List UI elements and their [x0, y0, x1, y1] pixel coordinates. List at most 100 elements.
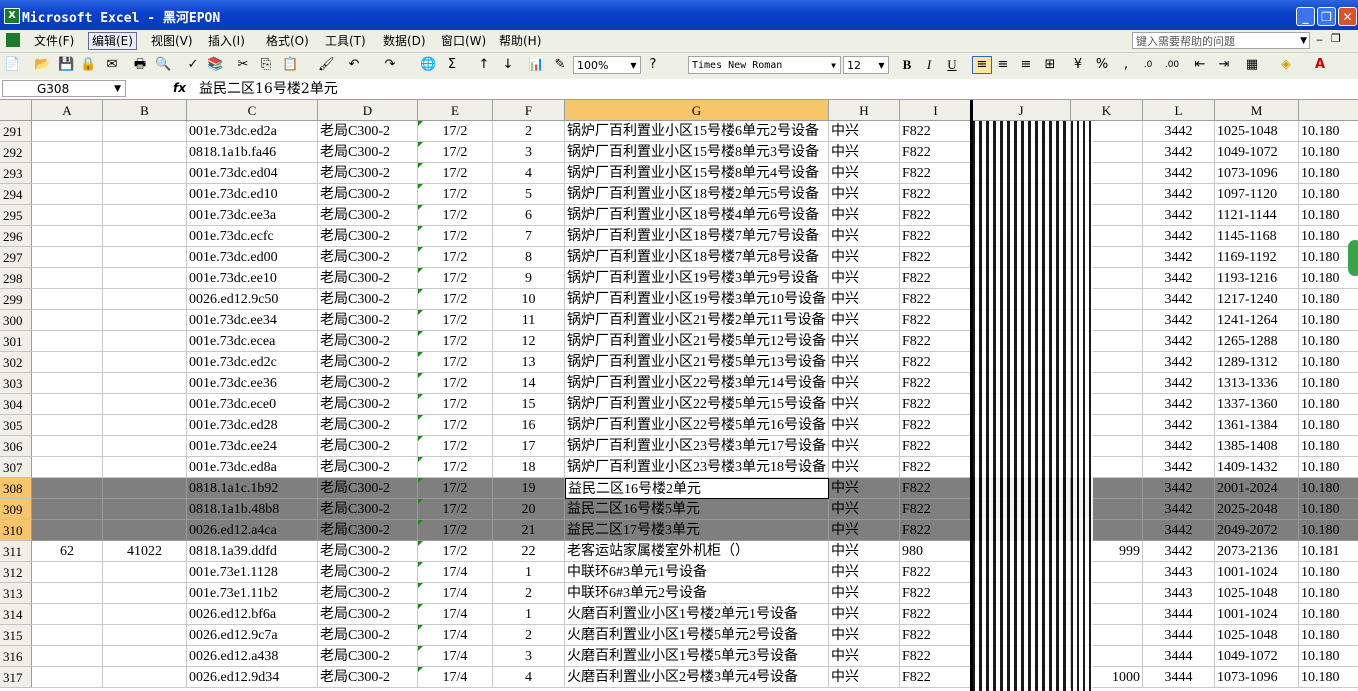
cell-m[interactable]: 1193-1216 — [1215, 268, 1299, 289]
cell-b[interactable] — [103, 226, 187, 247]
cell-c[interactable]: 001e.73dc.ed00 — [187, 247, 318, 268]
cell-h[interactable]: 中兴 — [829, 562, 900, 583]
cell-e[interactable]: 17/2 — [418, 163, 493, 184]
cell-f[interactable]: 18 — [493, 457, 565, 478]
format-painter-icon[interactable]: 🖌 — [318, 57, 335, 73]
cell-i[interactable]: F822 — [900, 436, 972, 457]
cell-i[interactable]: F822 — [900, 352, 972, 373]
cell-f[interactable]: 1 — [493, 562, 565, 583]
cell-h[interactable]: 中兴 — [829, 121, 900, 142]
cell-a[interactable] — [32, 457, 103, 478]
cell-d[interactable]: 老局C300-2 — [318, 226, 418, 247]
cell-f[interactable]: 3 — [493, 142, 565, 163]
cell-l[interactable]: 3442 — [1143, 163, 1215, 184]
cell-c[interactable]: 001e.73dc.ed10 — [187, 184, 318, 205]
cell-g[interactable]: 锅炉厂百利置业小区15号楼8单元4号设备 — [565, 163, 829, 184]
cell-g[interactable]: 锅炉厂百利置业小区21号楼5单元13号设备 — [565, 352, 829, 373]
cell-e[interactable]: 17/2 — [418, 226, 493, 247]
cell-i[interactable]: F822 — [900, 457, 972, 478]
cell-a[interactable] — [32, 352, 103, 373]
row-header[interactable]: 317 — [0, 667, 32, 688]
chevron-down-icon[interactable]: ▼ — [1300, 33, 1307, 50]
cell-n2[interactable]: 10.180 — [1299, 667, 1358, 688]
cell-b[interactable] — [103, 646, 187, 667]
column-header[interactable]: K — [1071, 100, 1143, 121]
cell-f[interactable]: 15 — [493, 394, 565, 415]
cell-g[interactable]: 锅炉厂百利置业小区18号楼7单元7号设备 — [565, 226, 829, 247]
cell-g[interactable]: 锅炉厂百利置业小区21号楼2单元11号设备 — [565, 310, 829, 331]
cell-l[interactable]: 3444 — [1143, 646, 1215, 667]
cell-m[interactable]: 1217-1240 — [1215, 289, 1299, 310]
cell-b[interactable] — [103, 583, 187, 604]
font-size-select[interactable]: 12 ▼ — [843, 56, 889, 74]
cell-m[interactable]: 2001-2024 — [1215, 478, 1299, 499]
cell-l[interactable]: 3442 — [1143, 478, 1215, 499]
cell-m[interactable]: 1049-1072 — [1215, 646, 1299, 667]
cell-h[interactable]: 中兴 — [829, 457, 900, 478]
cell-c[interactable]: 001e.73dc.ece0 — [187, 394, 318, 415]
cell-h[interactable]: 中兴 — [829, 163, 900, 184]
cell-l[interactable]: 3442 — [1143, 415, 1215, 436]
menu-item[interactable]: 帮助(H) — [496, 33, 544, 49]
cell-c[interactable]: 001e.73dc.ecea — [187, 331, 318, 352]
row-header[interactable]: 297 — [0, 247, 32, 268]
cell-i[interactable]: F822 — [900, 667, 972, 688]
cell-c[interactable]: 0818.1a1b.48b8 — [187, 499, 318, 520]
cell-e[interactable]: 17/2 — [418, 541, 493, 562]
cell-m[interactable]: 2073-2136 — [1215, 541, 1299, 562]
decrease-decimal-icon[interactable]: .00 — [1164, 57, 1180, 73]
cell-g[interactable]: 中联环6#3单元1号设备 — [565, 562, 829, 583]
cell-h[interactable]: 中兴 — [829, 436, 900, 457]
cell-c[interactable]: 001e.73e1.11b2 — [187, 583, 318, 604]
cell-e[interactable]: 17/2 — [418, 247, 493, 268]
cell-m[interactable]: 2049-2072 — [1215, 520, 1299, 541]
cell-c[interactable]: 0026.ed12.a438 — [187, 646, 318, 667]
cell-l[interactable]: 3442 — [1143, 184, 1215, 205]
cell-i[interactable]: F822 — [900, 331, 972, 352]
cell-a[interactable] — [32, 478, 103, 499]
print-preview-icon[interactable]: 🔍 — [155, 57, 171, 73]
cell-a[interactable] — [32, 625, 103, 646]
cell-n2[interactable]: 10.180 — [1299, 289, 1358, 310]
cell-a[interactable] — [32, 142, 103, 163]
fill-color-icon[interactable]: ◈ — [1278, 57, 1294, 73]
cell-g[interactable]: 锅炉厂百利置业小区18号楼4单元6号设备 — [565, 205, 829, 226]
cell-d[interactable]: 老局C300-2 — [318, 205, 418, 226]
cell-f[interactable]: 11 — [493, 310, 565, 331]
cell-n2[interactable]: 10.180 — [1299, 394, 1358, 415]
cell-a[interactable] — [32, 604, 103, 625]
cell-m[interactable]: 1313-1336 — [1215, 373, 1299, 394]
cell-f[interactable]: 17 — [493, 436, 565, 457]
zoom-select[interactable]: 100% ▼ — [573, 56, 641, 74]
cell-b[interactable] — [103, 625, 187, 646]
side-panel-handle[interactable] — [1348, 240, 1358, 276]
cell-f[interactable]: 16 — [493, 415, 565, 436]
column-header[interactable]: G — [565, 100, 829, 121]
row-header[interactable]: 302 — [0, 352, 32, 373]
cell-n2[interactable]: 10.180 — [1299, 562, 1358, 583]
cell-m[interactable]: 1097-1120 — [1215, 184, 1299, 205]
column-header[interactable]: M — [1215, 100, 1299, 121]
cell-e[interactable]: 17/2 — [418, 310, 493, 331]
cell-d[interactable]: 老局C300-2 — [318, 520, 418, 541]
cell-g[interactable]: 锅炉厂百利置业小区18号楼7单元8号设备 — [565, 247, 829, 268]
cell-i[interactable]: F822 — [900, 205, 972, 226]
cell-l[interactable]: 3442 — [1143, 289, 1215, 310]
cell-c[interactable]: 0026.ed12.a4ca — [187, 520, 318, 541]
cell-l[interactable]: 3442 — [1143, 310, 1215, 331]
cell-l[interactable]: 3442 — [1143, 394, 1215, 415]
cell-n2[interactable]: 10.180 — [1299, 163, 1358, 184]
align-center-icon[interactable]: ≡ — [995, 57, 1011, 73]
cell-l[interactable]: 3444 — [1143, 625, 1215, 646]
row-header[interactable]: 309 — [0, 499, 32, 520]
cell-e[interactable]: 17/2 — [418, 352, 493, 373]
cell-i[interactable]: F822 — [900, 478, 972, 499]
cell-m[interactable]: 1049-1072 — [1215, 142, 1299, 163]
cell-a[interactable] — [32, 562, 103, 583]
row-header[interactable]: 306 — [0, 436, 32, 457]
cell-n2[interactable]: 10.180 — [1299, 205, 1358, 226]
cell-m[interactable]: 1241-1264 — [1215, 310, 1299, 331]
cell-i[interactable]: F822 — [900, 163, 972, 184]
chevron-down-icon[interactable]: ▼ — [876, 57, 887, 73]
cell-n2[interactable]: 10.180 — [1299, 184, 1358, 205]
